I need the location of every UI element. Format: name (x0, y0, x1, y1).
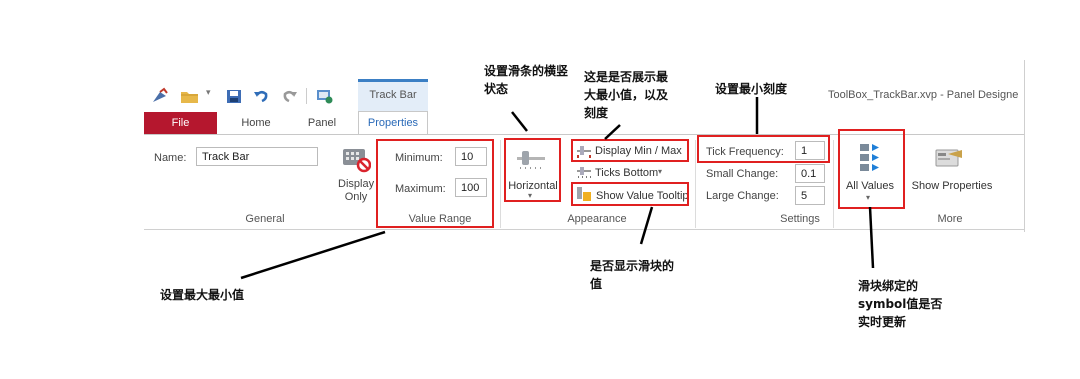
annotation-tooltip-text: 是否显示滑块的值 (590, 259, 675, 291)
annotation-range-text: 设置最大最小值 (160, 288, 245, 302)
annotation-orientation-text: 设置滑条的横竖状态 (484, 64, 569, 96)
annotation-symbol-text: 滑块绑定的symbol值是否实时更新 (858, 279, 943, 329)
annotation-tick-text: 设置最小刻度 (715, 82, 788, 96)
annotation-minmax-text: 这是是否展示最大最小值，以及刻度 (584, 70, 669, 120)
